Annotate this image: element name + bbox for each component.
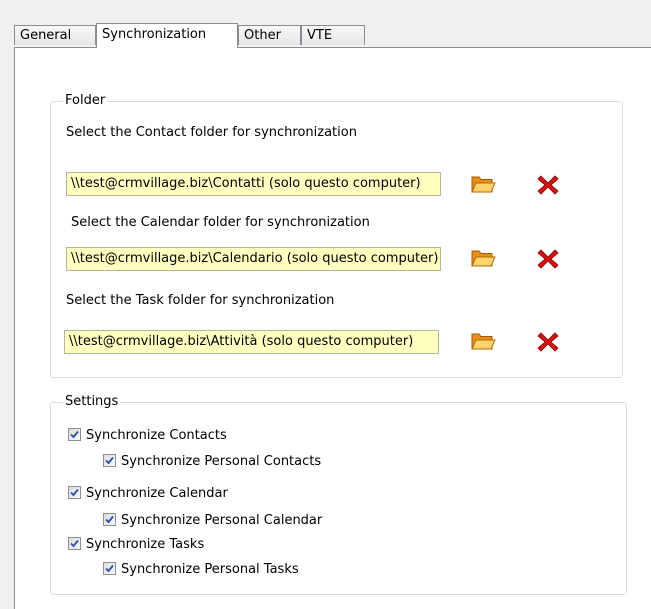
checkmark-icon [70,488,79,497]
browse-calendar-folder-button[interactable] [468,245,498,271]
checkmark-icon [105,564,114,573]
folder-groupbox: Folder Select the Contact folder for syn… [50,93,623,378]
checkbox-label: Synchronize Contacts [86,428,227,443]
checkbox-box[interactable] [68,486,81,499]
calendar-folder-path-field[interactable]: \\test@crmvillage.biz\Calendario (solo q… [66,247,441,271]
checkbox-label: Synchronize Calendar [86,486,228,501]
checkmark-icon [70,430,79,439]
calendar-folder-label: Select the Calendar folder for synchroni… [71,215,370,230]
checkbox-box[interactable] [103,454,116,467]
clear-contact-folder-button[interactable] [533,171,563,197]
open-folder-icon [471,250,496,267]
browse-task-folder-button[interactable] [468,328,498,354]
task-folder-label: Select the Task folder for synchronizati… [66,293,335,308]
folder-group-title: Folder [63,93,108,109]
settings-groupbox: Settings Synchronize Contacts Synchroniz… [50,394,627,595]
browse-contact-folder-button[interactable] [468,171,498,197]
synchronize-personal-contacts-checkbox[interactable]: Synchronize Personal Contacts [103,453,321,471]
clear-task-folder-button[interactable] [533,328,563,354]
synchronize-calendar-checkbox[interactable]: Synchronize Calendar [68,485,228,503]
task-folder-path-field[interactable]: \\test@crmvillage.biz\Attività (solo que… [64,330,439,354]
synchronize-tasks-checkbox[interactable]: Synchronize Tasks [68,536,204,554]
checkmark-icon [105,456,114,465]
red-x-delete-icon [537,332,559,352]
checkbox-box[interactable] [68,537,81,550]
synchronize-contacts-checkbox[interactable]: Synchronize Contacts [68,427,227,445]
checkbox-label: Synchronize Personal Contacts [121,454,322,469]
tab-vte[interactable]: VTE [301,25,365,45]
red-x-delete-icon [537,249,559,269]
checkmark-icon [105,515,114,524]
tab-synchronization[interactable]: Synchronization [96,23,238,48]
clear-calendar-folder-button[interactable] [533,245,563,271]
checkbox-label: Synchronize Personal Calendar [121,513,323,528]
settings-group-title: Settings [63,394,121,410]
synchronization-panel: Folder Select the Contact folder for syn… [14,47,651,609]
synchronize-personal-tasks-checkbox[interactable]: Synchronize Personal Tasks [103,561,299,579]
checkbox-box[interactable] [103,513,116,526]
checkbox-box[interactable] [68,428,81,441]
open-folder-icon [471,333,496,350]
checkbox-label: Synchronize Tasks [86,537,205,552]
checkbox-label: Synchronize Personal Tasks [121,562,299,577]
contact-folder-label: Select the Contact folder for synchroniz… [66,125,357,140]
tab-general[interactable]: General [14,25,96,45]
checkbox-box[interactable] [103,562,116,575]
tab-other[interactable]: Other [238,25,301,45]
checkmark-icon [70,539,79,548]
open-folder-icon [471,176,496,193]
red-x-delete-icon [537,175,559,195]
synchronize-personal-calendar-checkbox[interactable]: Synchronize Personal Calendar [103,512,322,530]
contact-folder-path-field[interactable]: \\test@crmvillage.biz\Contatti (solo que… [66,172,441,196]
